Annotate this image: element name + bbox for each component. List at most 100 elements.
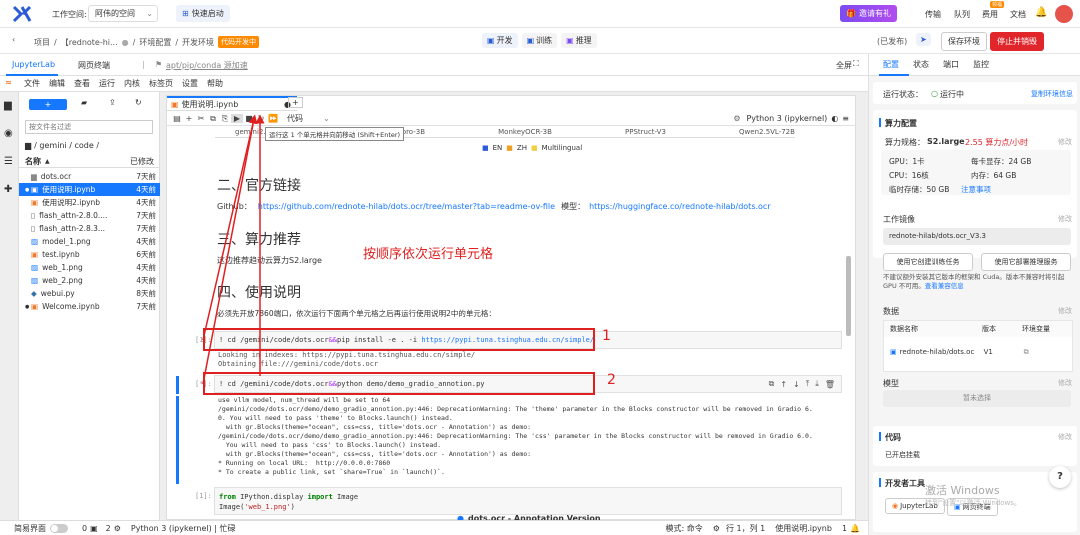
- edit-compute-link[interactable]: 修改: [1058, 137, 1072, 147]
- move-up-icon[interactable]: ↑: [780, 380, 787, 389]
- file-filter-input[interactable]: [25, 120, 153, 134]
- tab-jupyterlab[interactable]: JupyterLab: [12, 60, 55, 69]
- kernel-name[interactable]: Python 3 (ipykernel): [746, 114, 827, 123]
- stop-icon[interactable]: ■: [243, 114, 255, 123]
- queue-link[interactable]: 队列: [954, 9, 970, 20]
- file-row[interactable]: ▣ test.ipynb 6天前: [19, 248, 160, 261]
- menu-settings[interactable]: 设置: [182, 78, 198, 89]
- copy-env-link[interactable]: 复制环境信息: [1031, 89, 1073, 99]
- duplicate-icon[interactable]: ⧉: [769, 379, 775, 389]
- create-training-button[interactable]: 使用它创建训练任务: [883, 253, 973, 271]
- compat-link[interactable]: 查看兼容信息: [925, 282, 964, 290]
- save-env-button[interactable]: 保存环境: [941, 32, 987, 51]
- stop-destroy-button[interactable]: 停止并销毁: [990, 32, 1044, 51]
- edit-code-link[interactable]: 修改: [1058, 432, 1072, 442]
- edit-image-link[interactable]: 修改: [1058, 214, 1072, 224]
- tab-web-terminal[interactable]: 网页终端: [78, 60, 110, 71]
- paste-icon[interactable]: ⎘: [219, 114, 231, 124]
- mirror-link[interactable]: apt/pip/conda 源加速: [166, 60, 248, 71]
- menu-view[interactable]: 查看: [74, 78, 90, 89]
- menu-file[interactable]: 文件: [24, 78, 40, 89]
- bell-icon[interactable]: 🔔: [850, 524, 860, 533]
- menu-kernel[interactable]: 内核: [124, 78, 140, 89]
- file-row[interactable]: ▯ flash_attn-2.8.3... 7天前: [19, 222, 160, 235]
- quick-start-button[interactable]: ⊞ 快速启动: [176, 5, 230, 22]
- col-name[interactable]: 名称: [25, 156, 41, 167]
- notebook-tab[interactable]: ▣ 使用说明.ipynb ●: [167, 96, 297, 111]
- new-folder-icon[interactable]: ▰: [81, 98, 87, 107]
- upload-icon[interactable]: ⇪: [109, 98, 116, 107]
- toc-icon[interactable]: ☰: [4, 156, 13, 167]
- fullscreen-icon[interactable]: ⛶: [853, 59, 859, 69]
- file-row[interactable]: ● ▣ Welcome.ipynb 7天前: [19, 300, 160, 313]
- tab-train[interactable]: ▣ 训练: [521, 33, 558, 48]
- folder-icon[interactable]: ▆: [4, 100, 12, 111]
- tab-config[interactable]: 配置: [883, 59, 899, 70]
- help-button[interactable]: ?: [1049, 466, 1071, 488]
- git-icon[interactable]: ⚙: [733, 114, 740, 123]
- cell-type-select[interactable]: 代码: [287, 113, 303, 124]
- breadcrumb-env-config[interactable]: 环境配置: [139, 37, 171, 48]
- tab-monitor[interactable]: 监控: [973, 59, 989, 70]
- file-row[interactable]: ▣ 使用说明2.ipynb 4天前: [19, 196, 160, 209]
- edit-model-link[interactable]: 修改: [1058, 378, 1072, 388]
- run-icon[interactable]: ▶: [231, 114, 243, 123]
- bell-icon[interactable]: 🔔: [1035, 7, 1047, 18]
- new-launcher-button[interactable]: +: [29, 99, 67, 110]
- fullscreen-button[interactable]: 全屏: [836, 60, 852, 71]
- delete-icon[interactable]: 🗑: [825, 380, 835, 389]
- tab-ports[interactable]: 端口: [943, 59, 959, 70]
- file-row[interactable]: ▨ model_1.png 4天前: [19, 235, 160, 248]
- gear-icon[interactable]: ⚙: [713, 524, 720, 533]
- back-icon[interactable]: ‹: [12, 35, 15, 44]
- model-link[interactable]: https://huggingface.co/rednote-hilab/dot…: [589, 202, 771, 211]
- running-icon[interactable]: ◉: [4, 128, 13, 139]
- file-row[interactable]: ▨ web_1.png 4天前: [19, 261, 160, 274]
- menu-icon[interactable]: ≡: [842, 114, 849, 123]
- scrollbar-thumb[interactable]: [846, 256, 851, 336]
- transfer-link[interactable]: 传输: [925, 9, 941, 20]
- copy-icon[interactable]: ⧉: [1024, 348, 1029, 357]
- insert-below-icon[interactable]: ⤓: [815, 379, 819, 389]
- file-row[interactable]: ▨ web_2.png 4天前: [19, 274, 160, 287]
- col-modified[interactable]: 已修改: [130, 156, 154, 167]
- copy-icon[interactable]: ⧉: [207, 114, 219, 124]
- tab-infer[interactable]: ▣ 推理: [561, 33, 597, 48]
- menu-edit[interactable]: 编辑: [49, 78, 65, 89]
- breadcrumb-project[interactable]: 【rednote-hi...: [61, 37, 118, 48]
- path-label[interactable]: / gemini / code /: [34, 141, 99, 150]
- file-row[interactable]: ◆ webui.py 8天前: [19, 287, 160, 300]
- invite-button[interactable]: 🎁 邀请有礼: [840, 5, 897, 22]
- file-row[interactable]: ● ▣ 使用说明.ipynb 4天前: [19, 183, 160, 196]
- restart-icon[interactable]: ↻: [255, 114, 267, 123]
- extension-icon[interactable]: ✚: [4, 184, 12, 195]
- send-icon[interactable]: ➤: [916, 33, 931, 46]
- file-row[interactable]: ▯ flash_attn-2.8.0.... 7天前: [19, 209, 160, 222]
- file-row[interactable]: ▆ dots.ocr 7天前: [19, 170, 160, 183]
- tab-status[interactable]: 状态: [913, 59, 929, 70]
- breadcrumb-projects[interactable]: 项目: [34, 37, 50, 48]
- refresh-icon[interactable]: ↻: [135, 98, 142, 107]
- cut-icon[interactable]: ✂: [195, 114, 207, 123]
- github-link[interactable]: https://github.com/rednote-hilab/dots.oc…: [258, 202, 555, 211]
- storage-notes-link[interactable]: 注意事项: [961, 184, 991, 195]
- cursor-position[interactable]: 行 1，列 1: [726, 523, 765, 534]
- save-icon[interactable]: ▤: [171, 114, 183, 123]
- avatar[interactable]: [1055, 5, 1073, 23]
- fee-link[interactable]: 费用: [982, 9, 998, 20]
- docs-link[interactable]: 文档: [1010, 9, 1026, 20]
- menu-run[interactable]: 运行: [99, 78, 115, 89]
- insert-above-icon[interactable]: ⤒: [806, 379, 810, 389]
- add-tab-button[interactable]: +: [288, 97, 303, 108]
- restart-run-all-icon[interactable]: ⏩: [267, 114, 279, 123]
- deploy-inference-button[interactable]: 使用它部署推理服务: [981, 253, 1071, 271]
- insert-cell-icon[interactable]: +: [183, 114, 195, 123]
- move-down-icon[interactable]: ↓: [793, 380, 800, 389]
- edit-data-link[interactable]: 修改: [1058, 306, 1072, 316]
- workspace-select[interactable]: 阿伟的空间 ⌄: [88, 5, 158, 22]
- code-cell-3[interactable]: from IPython.display import Image Image(…: [214, 487, 842, 515]
- menu-help[interactable]: 帮助: [207, 78, 223, 89]
- menu-tabs[interactable]: 标签页: [149, 78, 173, 89]
- kernel-status[interactable]: Python 3 (ipykernel) | 忙碌: [131, 523, 236, 534]
- simple-mode-toggle[interactable]: [50, 523, 68, 533]
